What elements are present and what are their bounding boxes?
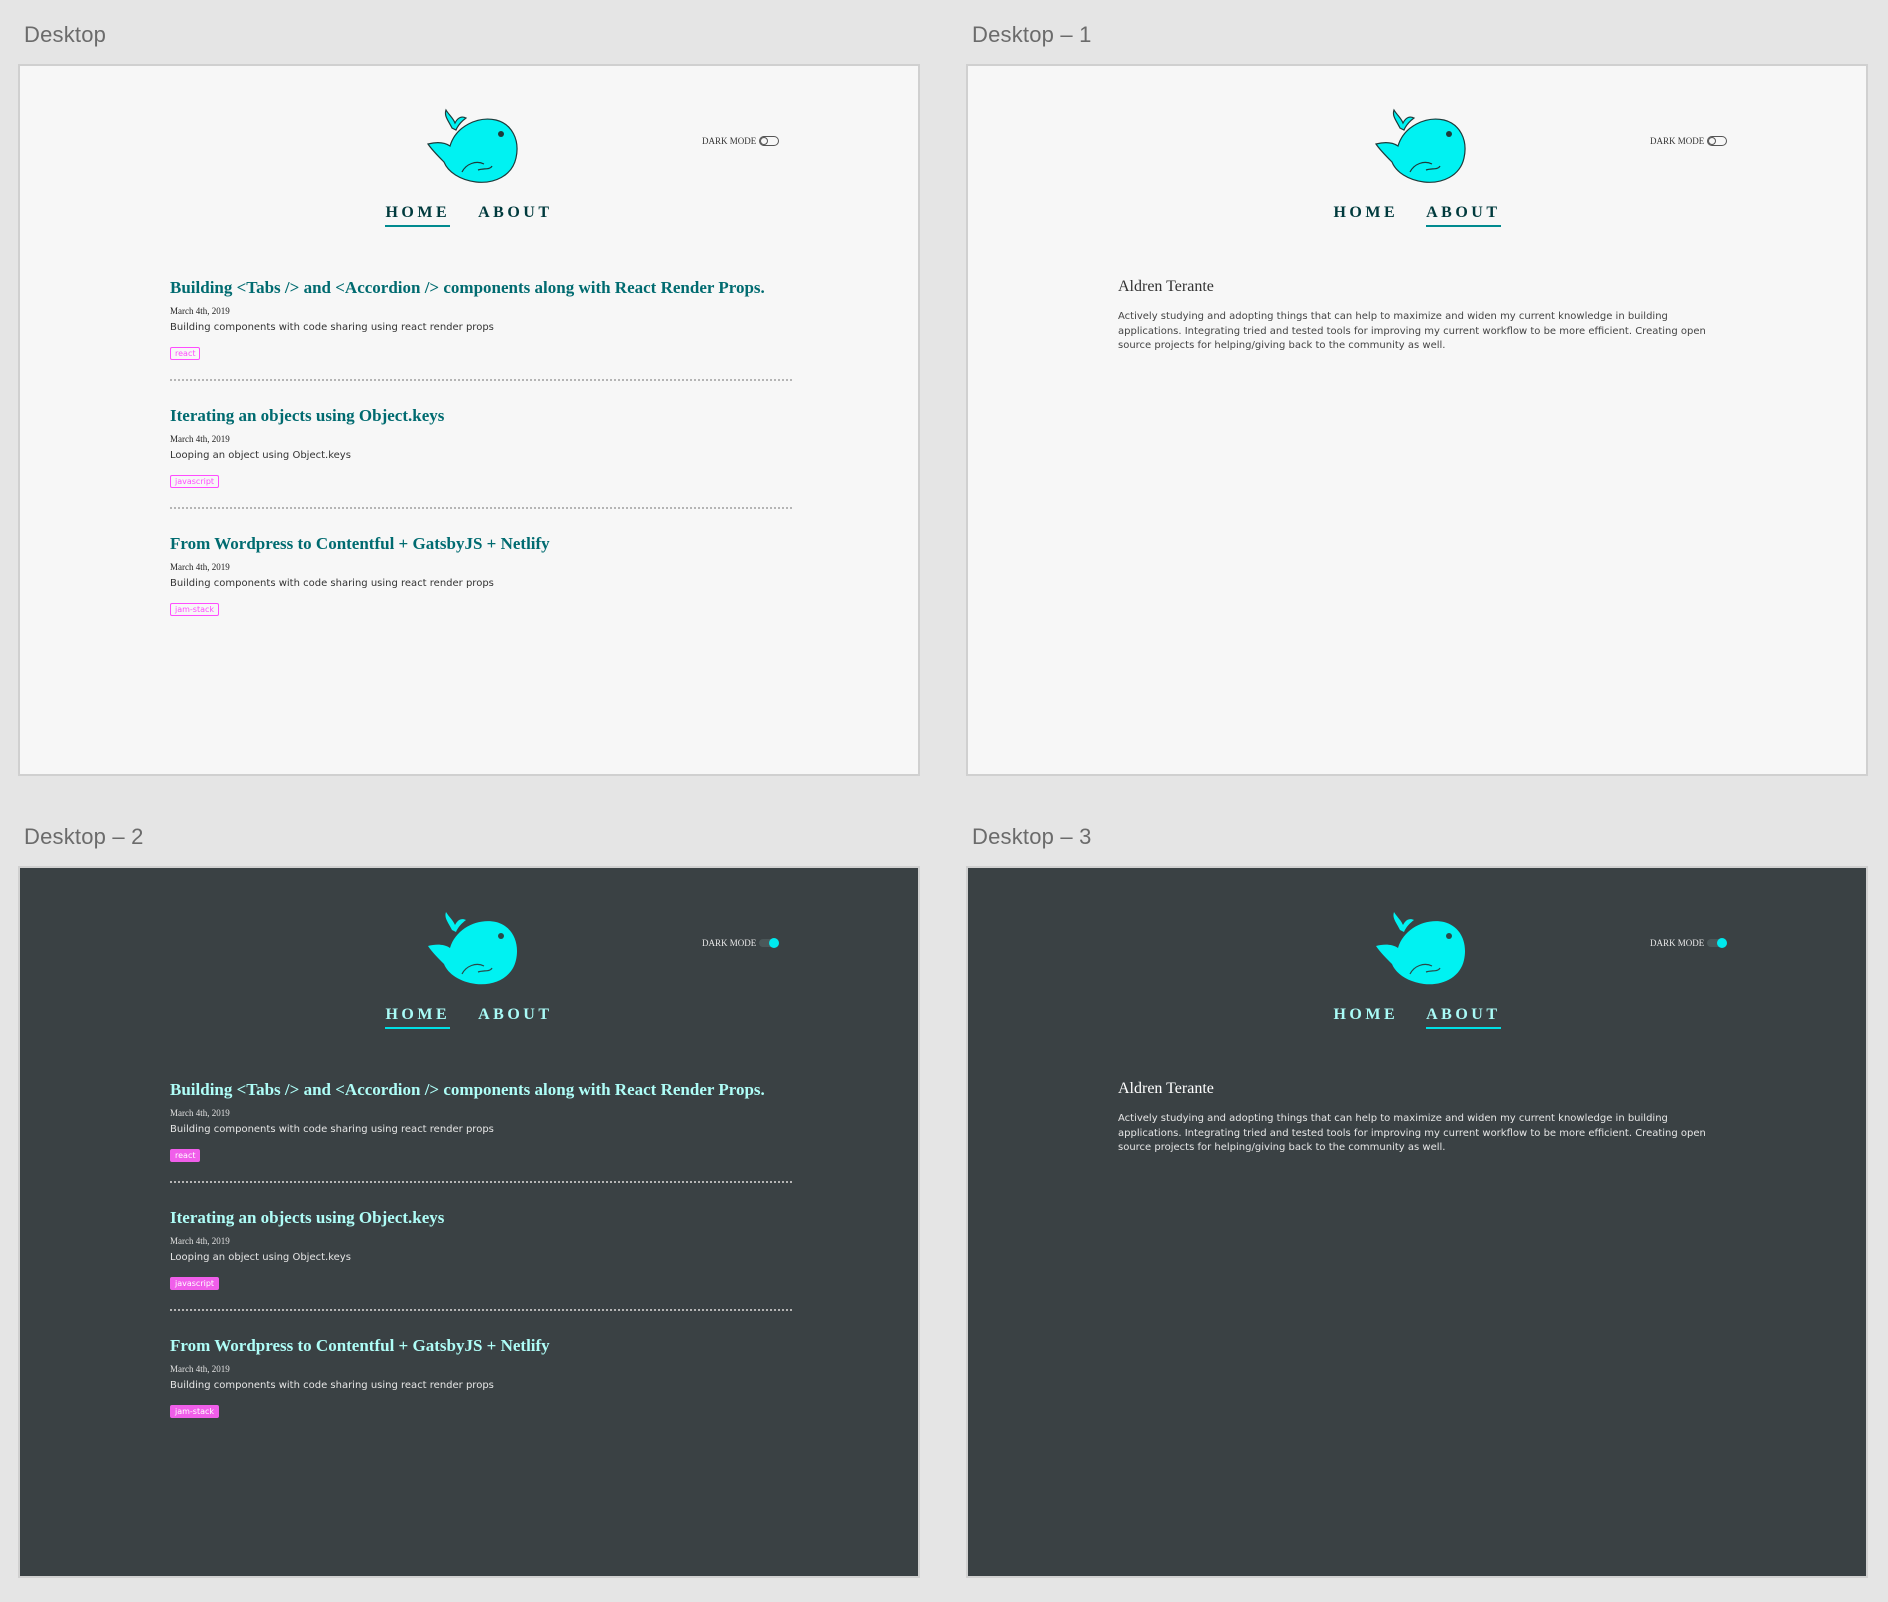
nav-about[interactable]: ABOUT <box>1426 1006 1501 1029</box>
nav-home[interactable]: HOME <box>385 204 451 227</box>
nav-about[interactable]: ABOUT <box>1426 204 1501 227</box>
toggle-switch-icon[interactable] <box>1707 136 1728 146</box>
post-description: Looping an object using Object.keys <box>170 450 351 461</box>
post-item: Iterating an objects using Object.keys M… <box>170 406 792 509</box>
post-tag[interactable]: react <box>170 1149 201 1162</box>
dark-mode-label: DARK MODE <box>1650 938 1705 948</box>
main-nav: HOME ABOUT <box>968 1006 1866 1029</box>
artboard-dark-home: DARK MODE HOME ABOUT Building <Tabs /> a… <box>18 866 920 1578</box>
post-description: Looping an object using Object.keys <box>170 1252 351 1263</box>
post-description: Building components with code sharing us… <box>170 322 494 333</box>
post-title[interactable]: Building <Tabs /> and <Accordion /> comp… <box>170 1080 792 1100</box>
post-title[interactable]: Iterating an objects using Object.keys <box>170 406 792 426</box>
post-date: March 4th, 2019 <box>170 1236 230 1246</box>
post-list: Building <Tabs /> and <Accordion /> comp… <box>170 1080 792 1462</box>
dark-mode-control[interactable]: DARK MODE <box>1650 938 1728 948</box>
artboard-title-desktop-1[interactable]: Desktop – 1 <box>972 22 1092 48</box>
dark-mode-control[interactable]: DARK MODE <box>702 136 780 146</box>
post-title[interactable]: From Wordpress to Contentful + GatsbyJS … <box>170 1336 792 1356</box>
nav-home[interactable]: HOME <box>1333 204 1398 227</box>
artboard-title-desktop-2[interactable]: Desktop – 2 <box>24 824 144 850</box>
whale-icon[interactable] <box>422 908 522 988</box>
post-date: March 4th, 2019 <box>170 562 230 572</box>
post-tag[interactable]: jam-stack <box>170 1405 220 1418</box>
nav-home[interactable]: HOME <box>1333 1006 1398 1029</box>
whale-icon[interactable] <box>422 106 522 186</box>
post-tag[interactable]: javascript <box>170 475 220 488</box>
dark-mode-label: DARK MODE <box>702 136 757 146</box>
nav-about[interactable]: ABOUT <box>478 1006 552 1029</box>
dark-mode-control[interactable]: DARK MODE <box>702 938 780 948</box>
post-item: From Wordpress to Contentful + GatsbyJS … <box>170 1336 792 1437</box>
post-title[interactable]: Iterating an objects using Object.keys <box>170 1208 792 1228</box>
about-name: Aldren Terante <box>1118 278 1214 295</box>
post-item: Building <Tabs /> and <Accordion /> comp… <box>170 278 792 381</box>
post-item: Building <Tabs /> and <Accordion /> comp… <box>170 1080 792 1183</box>
artboard-dark-about: DARK MODE HOME ABOUT Aldren Terante Acti… <box>966 866 1868 1578</box>
post-tag[interactable]: react <box>170 347 201 360</box>
about-bio: Actively studying and adopting things th… <box>1118 1113 1706 1153</box>
artboard-title-desktop-3[interactable]: Desktop – 3 <box>972 824 1092 850</box>
dark-mode-label: DARK MODE <box>702 938 757 948</box>
main-nav: HOME ABOUT <box>968 204 1866 227</box>
post-list: Building <Tabs /> and <Accordion /> comp… <box>170 278 792 660</box>
post-date: March 4th, 2019 <box>170 434 230 444</box>
artboard-title-desktop[interactable]: Desktop <box>24 22 106 48</box>
post-date: March 4th, 2019 <box>170 1108 230 1118</box>
toggle-switch-icon[interactable] <box>759 938 780 948</box>
artboard-light-home: DARK MODE HOME ABOUT Building <Tabs /> a… <box>18 64 920 776</box>
post-item: Iterating an objects using Object.keys M… <box>170 1208 792 1311</box>
post-tag[interactable]: jam-stack <box>170 603 220 616</box>
post-description: Building components with code sharing us… <box>170 578 494 589</box>
artboard-light-about: DARK MODE HOME ABOUT Aldren Terante Acti… <box>966 64 1868 776</box>
post-date: March 4th, 2019 <box>170 306 230 316</box>
post-description: Building components with code sharing us… <box>170 1380 494 1391</box>
post-title[interactable]: Building <Tabs /> and <Accordion /> comp… <box>170 278 792 298</box>
main-nav: HOME ABOUT <box>20 1006 918 1029</box>
whale-icon[interactable] <box>1370 106 1470 186</box>
post-tag[interactable]: javascript <box>170 1277 220 1290</box>
main-nav: HOME ABOUT <box>20 204 918 227</box>
toggle-switch-icon[interactable] <box>759 136 780 146</box>
post-description: Building components with code sharing us… <box>170 1124 494 1135</box>
post-item: From Wordpress to Contentful + GatsbyJS … <box>170 534 792 635</box>
about-section: Aldren Terante Actively studying and ado… <box>1118 278 1728 354</box>
whale-icon[interactable] <box>1370 908 1470 988</box>
nav-home[interactable]: HOME <box>385 1006 451 1029</box>
about-section: Aldren Terante Actively studying and ado… <box>1118 1080 1728 1156</box>
about-name: Aldren Terante <box>1118 1080 1214 1097</box>
nav-about[interactable]: ABOUT <box>478 204 552 227</box>
dark-mode-control[interactable]: DARK MODE <box>1650 136 1728 146</box>
post-date: March 4th, 2019 <box>170 1364 230 1374</box>
dark-mode-label: DARK MODE <box>1650 136 1705 146</box>
about-bio: Actively studying and adopting things th… <box>1118 311 1706 351</box>
toggle-switch-icon[interactable] <box>1707 938 1728 948</box>
post-title[interactable]: From Wordpress to Contentful + GatsbyJS … <box>170 534 792 554</box>
